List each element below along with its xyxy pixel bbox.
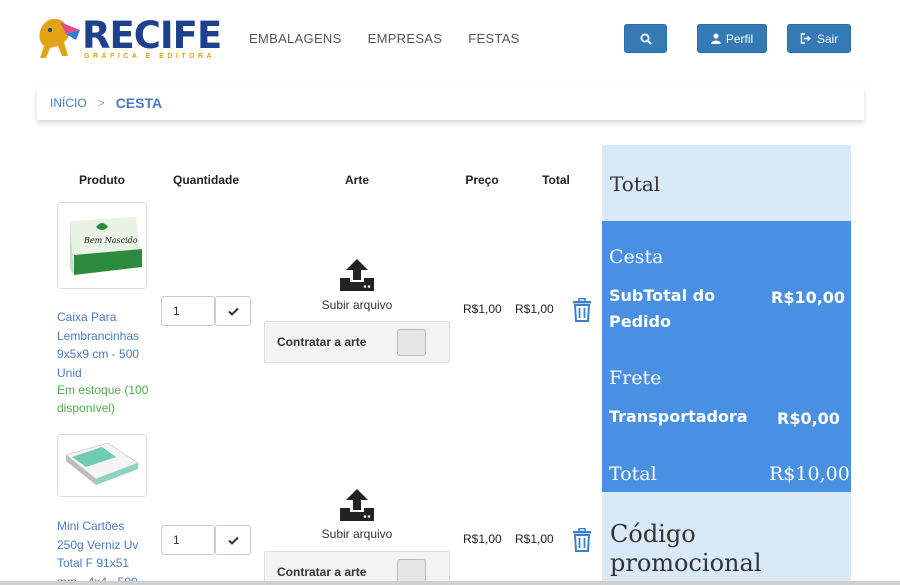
carrier-value: R$0,00	[777, 409, 840, 428]
user-icon	[710, 33, 721, 44]
quantity-input[interactable]: 1	[161, 296, 215, 326]
promo-code-section: Código promocional	[602, 492, 851, 585]
trash-icon[interactable]	[571, 528, 593, 552]
profile-button[interactable]: Perfil	[697, 24, 767, 53]
unit-price: R$1,00	[463, 532, 502, 546]
update-quantity-button[interactable]	[215, 296, 251, 326]
upload-icon	[340, 259, 374, 291]
check-icon	[227, 536, 239, 545]
brand-logo[interactable]: RECIFE GRÁFICA E EDITORA	[36, 16, 222, 62]
total-value: R$10,00	[769, 463, 850, 485]
logout-button[interactable]: Sair	[787, 24, 851, 53]
hire-art-label: Contratar a arte	[277, 335, 367, 349]
product-box-image: Bem Nascido	[58, 203, 146, 288]
product-thumbnail[interactable]	[57, 434, 147, 497]
sign-out-icon	[800, 33, 811, 44]
shipping-heading: Frete	[609, 367, 662, 389]
column-header-art: Arte	[344, 173, 369, 187]
update-quantity-button[interactable]	[215, 525, 251, 555]
profile-label: Perfil	[725, 31, 754, 46]
breadcrumb-home-link[interactable]: INÍCIO	[50, 96, 87, 110]
upload-label: Subir arquivo	[321, 527, 393, 541]
lion-logo-icon	[39, 18, 80, 58]
subtotal-label: SubTotal do Pedido	[609, 286, 716, 331]
unit-price: R$1,00	[463, 302, 502, 316]
svg-text:Bem Nascido: Bem Nascido	[83, 236, 138, 245]
hire-art-checkbox[interactable]	[397, 329, 426, 356]
line-total: R$1,00	[515, 532, 554, 546]
nav-item-empresas[interactable]: EMPRESAS	[368, 31, 443, 46]
stock-status: Em estoque (100 disponível)	[57, 383, 149, 415]
summary-header: Total	[602, 145, 851, 221]
breadcrumb-current: CESTA	[115, 95, 163, 111]
total-label: Total	[609, 463, 657, 485]
promo-title: Código promocional	[610, 520, 762, 577]
main-nav: EMBALAGENS EMPRESAS FESTAS	[249, 31, 520, 46]
header: RECIFE GRÁFICA E EDITORA EMBALAGENS EMPR…	[0, 0, 900, 80]
hire-art-label: Contratar a arte	[277, 565, 367, 579]
logout-label: Sair	[816, 31, 839, 46]
quantity-input[interactable]: 1	[161, 525, 215, 555]
upload-icon	[340, 489, 374, 521]
upload-label: Subir arquivo	[321, 298, 393, 312]
page-bottom-bar	[0, 581, 900, 585]
product-name-link[interactable]: Caixa Para Lembrancinhas 9x5x9 cm - 500 …	[57, 308, 149, 382]
order-summary: Cesta SubTotal do Pedido R$10,00 Frete T…	[602, 221, 851, 492]
subtotal-value: R$10,00	[771, 288, 846, 307]
hire-art-option: Contratar a arte	[264, 551, 450, 585]
cart-heading: Cesta	[609, 246, 664, 268]
check-icon	[227, 307, 239, 316]
line-total: R$1,00	[515, 302, 554, 316]
nav-item-embalagens[interactable]: EMBALAGENS	[249, 31, 342, 46]
search-icon	[640, 33, 652, 45]
brand-tagline: GRÁFICA E EDITORA	[84, 53, 216, 60]
summary-title: Total	[610, 172, 661, 196]
business-cards-image	[58, 435, 146, 496]
nav-item-festas[interactable]: FESTAS	[468, 31, 519, 46]
breadcrumb: INÍCIO > CESTA	[37, 86, 864, 120]
search-button[interactable]	[624, 24, 667, 53]
trash-icon[interactable]	[571, 298, 593, 322]
carrier-label: Transportadora	[609, 407, 748, 426]
column-header-total: Total	[542, 173, 570, 187]
column-header-quantity: Quantidade	[172, 173, 239, 187]
hire-art-option: Contratar a arte	[264, 321, 450, 363]
column-header-price: Preço	[465, 173, 499, 187]
breadcrumb-separator: >	[97, 96, 105, 110]
column-header-product: Produto	[79, 173, 125, 187]
product-name-link[interactable]: Mini Cartões 250g Verniz Uv Total F 91x5…	[57, 517, 149, 585]
product-thumbnail[interactable]: Bem Nascido	[57, 202, 147, 289]
brand-name: RECIFE	[82, 14, 222, 57]
